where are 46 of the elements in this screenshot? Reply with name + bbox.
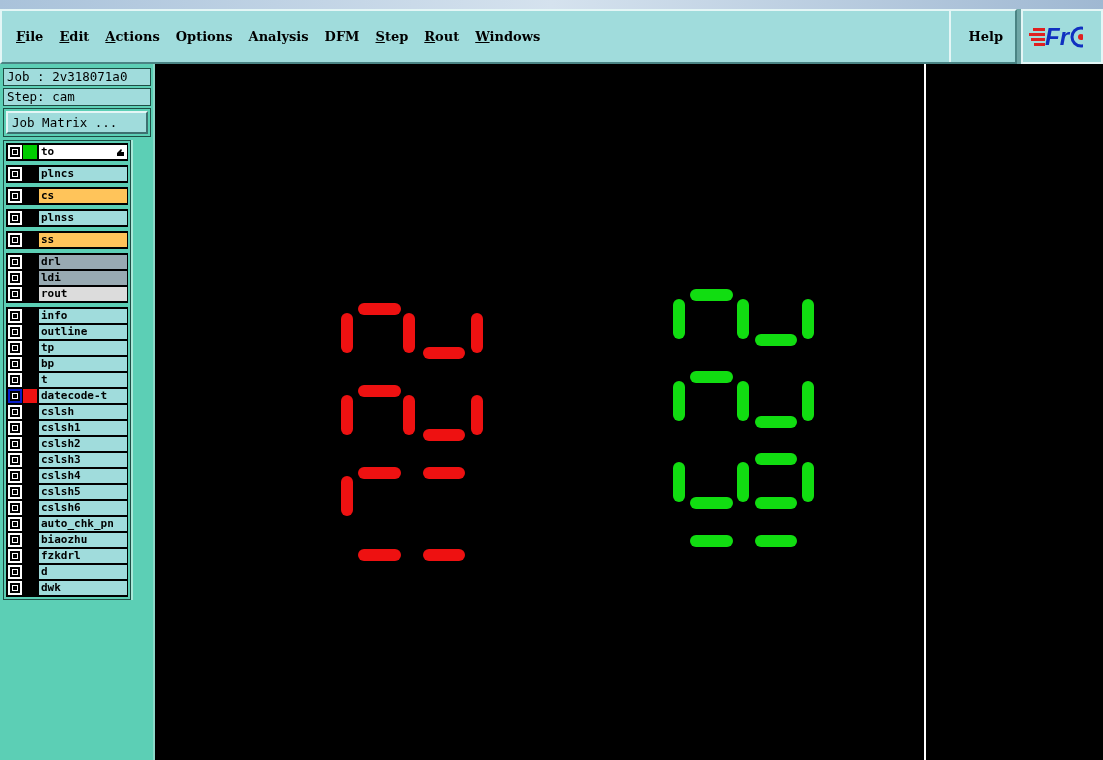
- layer-name[interactable]: plncs: [39, 167, 127, 181]
- layer-name[interactable]: biaozhu: [39, 533, 127, 547]
- layer-name[interactable]: cslsh4: [39, 469, 127, 483]
- logo-text: Fr: [1045, 24, 1069, 49]
- layer-name[interactable]: drl: [39, 255, 127, 269]
- layer-name[interactable]: cslsh: [39, 405, 127, 419]
- layer-name[interactable]: cs: [39, 189, 127, 203]
- help-menu[interactable]: Help: [949, 11, 1015, 62]
- layer-name[interactable]: info: [39, 309, 127, 323]
- layer-name[interactable]: to: [39, 145, 127, 159]
- layer-name[interactable]: t: [39, 373, 127, 387]
- layer-name[interactable]: plnss: [39, 211, 127, 225]
- menu-item[interactable]: Windows: [475, 29, 541, 44]
- menu-item[interactable]: Analysis: [248, 29, 309, 44]
- layer-name[interactable]: cslsh6: [39, 501, 127, 515]
- layer-name[interactable]: cslsh1: [39, 421, 127, 435]
- menu-item[interactable]: Options: [175, 29, 233, 44]
- display-swatch[interactable]: [23, 145, 37, 159]
- menu-item[interactable]: Rout: [424, 29, 460, 44]
- selection-marker[interactable]: [8, 389, 22, 403]
- layer-name[interactable]: ldi: [39, 271, 127, 285]
- target-icon: [1069, 25, 1083, 48]
- job-label: Job : 2v318071a0: [3, 68, 151, 86]
- menu-item[interactable]: Edit: [59, 29, 90, 44]
- layer-name[interactable]: cslsh3: [39, 453, 127, 467]
- layer-name[interactable]: cslsh5: [39, 485, 127, 499]
- menu-item[interactable]: File: [16, 29, 44, 44]
- menu-item[interactable]: Actions: [105, 29, 160, 44]
- pointer-icon: [116, 147, 125, 157]
- layer-name[interactable]: bp: [39, 357, 127, 371]
- step-label: Step: cam: [3, 88, 151, 106]
- job-matrix-button[interactable]: Job Matrix ...: [6, 111, 148, 134]
- layer-name[interactable]: rout: [39, 287, 127, 301]
- layer-name[interactable]: dwk: [39, 581, 127, 595]
- layer-name[interactable]: auto_chk_pn: [39, 517, 127, 531]
- speed-lines-icon: [1029, 26, 1045, 47]
- menu-item[interactable]: DFM: [324, 29, 360, 44]
- layer-name[interactable]: outline: [39, 325, 127, 339]
- layer-name[interactable]: ss: [39, 233, 127, 247]
- layer-name[interactable]: datecode-t: [39, 389, 127, 403]
- layer-name[interactable]: cslsh2: [39, 437, 127, 451]
- layer-name[interactable]: fzkdrl: [39, 549, 127, 563]
- menu-item[interactable]: Step: [375, 29, 409, 44]
- layer-name[interactable]: tp: [39, 341, 127, 355]
- display-swatch[interactable]: [23, 389, 37, 403]
- layer-name[interactable]: d: [39, 565, 127, 579]
